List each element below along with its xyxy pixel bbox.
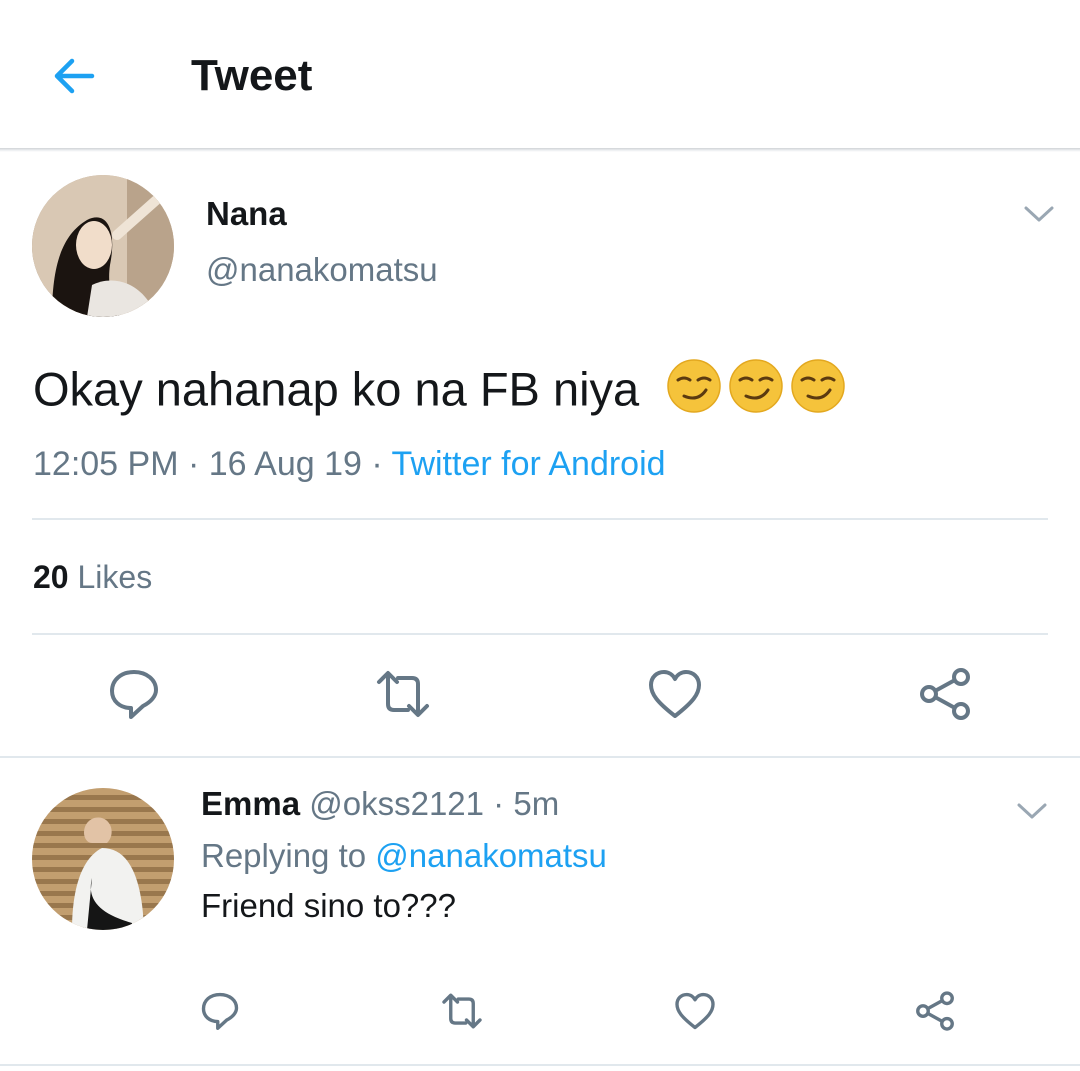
replying-mention-link[interactable]: @nanakomatsu [375, 837, 607, 874]
reply-age: 5m [513, 785, 560, 822]
likes-count[interactable]: 20 Likes [33, 557, 152, 597]
like-icon[interactable] [647, 666, 703, 722]
divider [32, 518, 1048, 520]
chevron-down-icon[interactable] [1015, 800, 1049, 822]
divider [32, 633, 1048, 635]
reply-icon[interactable] [106, 666, 162, 722]
reply-author-handle[interactable]: @okss2121 [309, 785, 484, 822]
smirk-emoji-icon [728, 358, 784, 428]
reply-avatar[interactable] [32, 788, 174, 930]
like-icon[interactable] [674, 990, 716, 1032]
reply-icon[interactable] [199, 990, 241, 1032]
tweet-date: 16 Aug 19 [208, 445, 362, 483]
avatar-photo [32, 788, 174, 930]
tweet-text: Okay nahanap ko na FB niya [33, 358, 846, 428]
reply-text: Friend sino to??? [201, 887, 456, 924]
tweet-source-link[interactable]: Twitter for Android [392, 445, 666, 483]
author-handle[interactable]: @nanakomatsu [206, 250, 438, 290]
likes-label: Likes [77, 559, 153, 595]
share-icon[interactable] [914, 990, 956, 1032]
smirk-emoji-icon [666, 358, 722, 428]
reply-header: Emma @okss2121 · 5m [201, 784, 559, 824]
arrow-left-icon[interactable] [50, 52, 98, 100]
replying-prefix: Replying to [201, 837, 367, 874]
divider [0, 756, 1080, 758]
tweet-time: 12:05 PM [33, 445, 179, 483]
chevron-down-icon[interactable] [1022, 203, 1056, 225]
meta-separator: · [187, 445, 200, 483]
replying-to: Replying to @nanakomatsu [201, 836, 607, 876]
share-icon[interactable] [917, 666, 973, 722]
tweet-body: Okay nahanap ko na FB niya [33, 362, 640, 416]
retweet-icon[interactable] [375, 666, 431, 722]
meta-separator: · [493, 785, 505, 822]
likes-number: 20 [33, 559, 69, 595]
tweet-meta: 12:05 PM · 16 Aug 19 · Twitter for Andro… [33, 443, 666, 485]
app-header: Tweet [0, 0, 1080, 148]
meta-separator: · [371, 445, 383, 483]
page-title: Tweet [191, 51, 313, 100]
avatar-photo [32, 175, 174, 317]
author-name[interactable]: Nana [206, 194, 287, 234]
retweet-icon[interactable] [441, 990, 483, 1032]
smirk-emoji-icon [790, 358, 846, 428]
header-divider [0, 148, 1080, 152]
author-avatar[interactable] [32, 175, 174, 317]
reply-author-name[interactable]: Emma [201, 785, 300, 822]
divider [0, 1064, 1080, 1066]
